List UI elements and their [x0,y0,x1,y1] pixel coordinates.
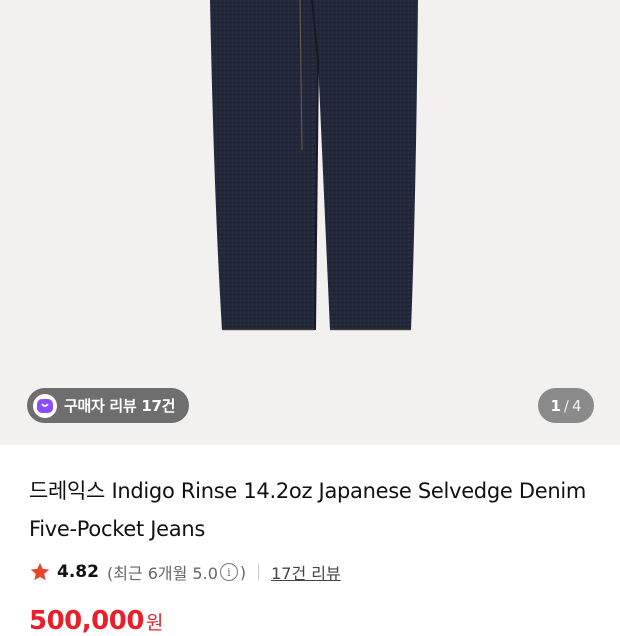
info-icon[interactable]: i [219,563,238,581]
current-page: 1 [550,396,561,415]
price-amount: 500,000 [29,606,144,636]
image-page-indicator: 1 / 4 [538,388,594,423]
price-currency: 원 [145,612,163,634]
rating-score: 4.82 [57,562,99,582]
rating-row: 4.82 (최근 6개월 5.0 i ) 17건 리뷰 [29,559,341,585]
reviews-link[interactable]: 17건 리뷰 [271,560,341,584]
page-separator: / [563,396,569,415]
divider [258,564,260,580]
product-price: 500,000 원 [29,606,163,636]
review-chip-icon [33,393,57,418]
review-chip-label: 구매자 리뷰 17건 [64,397,176,415]
recent-rating-text: (최근 6개월 5.0 [106,564,218,583]
product-image-gallery[interactable]: 구매자 리뷰 17건 1 / 4 [0,0,620,445]
product-image [210,0,418,331]
star-icon [30,562,50,581]
product-title: 드레익스 Indigo Rinse 14.2oz Japanese Selved… [29,479,587,541]
recent-rating-close: ) [239,562,247,582]
buyer-review-chip[interactable]: 구매자 리뷰 17건 [27,388,190,423]
total-pages: 4 [571,396,582,415]
